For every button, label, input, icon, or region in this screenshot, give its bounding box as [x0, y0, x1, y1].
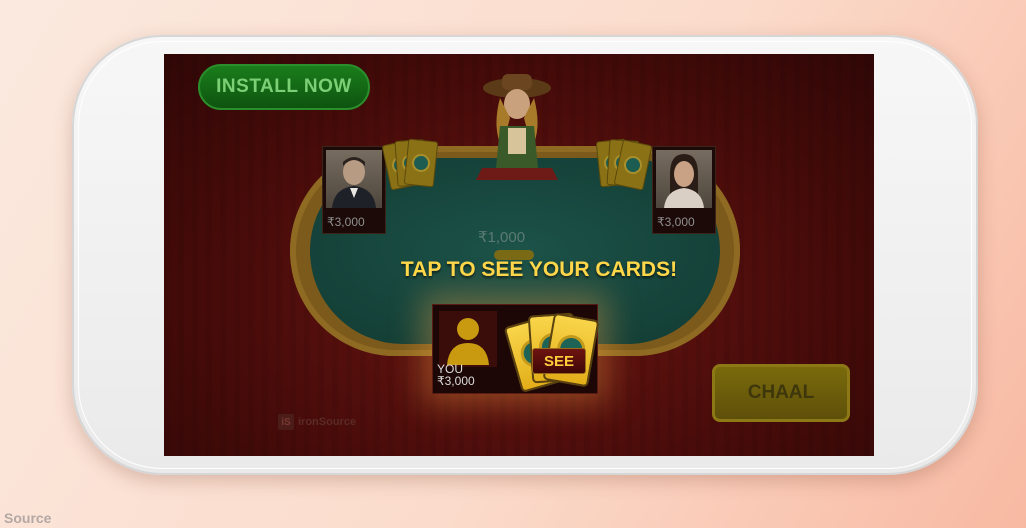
- pot-amount: ₹1,000: [478, 229, 526, 246]
- player-right-chips: ₹3,000: [657, 215, 695, 229]
- dealer-character: [476, 74, 558, 180]
- install-now-button[interactable]: INSTALL NOW: [198, 64, 370, 110]
- your-avatar: [439, 311, 497, 367]
- tap-to-see-prompt: TAP TO SEE YOUR CARDS!: [400, 258, 678, 281]
- your-chips: ₹3,000: [437, 374, 475, 388]
- player-right-avatar: [656, 150, 712, 208]
- brand-name: ironSource: [298, 416, 357, 428]
- player-left-avatar: [326, 150, 382, 208]
- source-label: Source: [4, 510, 52, 526]
- player-left-chips: ₹3,000: [327, 215, 365, 229]
- card-back: [403, 138, 439, 188]
- ironsource-logo-icon: iS: [278, 414, 294, 430]
- game-screen: INSTALL NOW ₹3,000 ₹3,000 ₹1,000 TAP TO …: [164, 54, 874, 456]
- player-left[interactable]: ₹3,000: [322, 146, 386, 234]
- player-right-cards: [595, 138, 653, 192]
- player-left-cards: [381, 138, 439, 192]
- chaal-button[interactable]: CHAAL: [712, 364, 850, 422]
- your-info: YOU ₹3,000: [437, 363, 475, 387]
- player-right[interactable]: ₹3,000: [652, 146, 716, 234]
- see-button[interactable]: SEE: [532, 348, 586, 374]
- ironsource-brand: iS ironSource: [278, 414, 356, 430]
